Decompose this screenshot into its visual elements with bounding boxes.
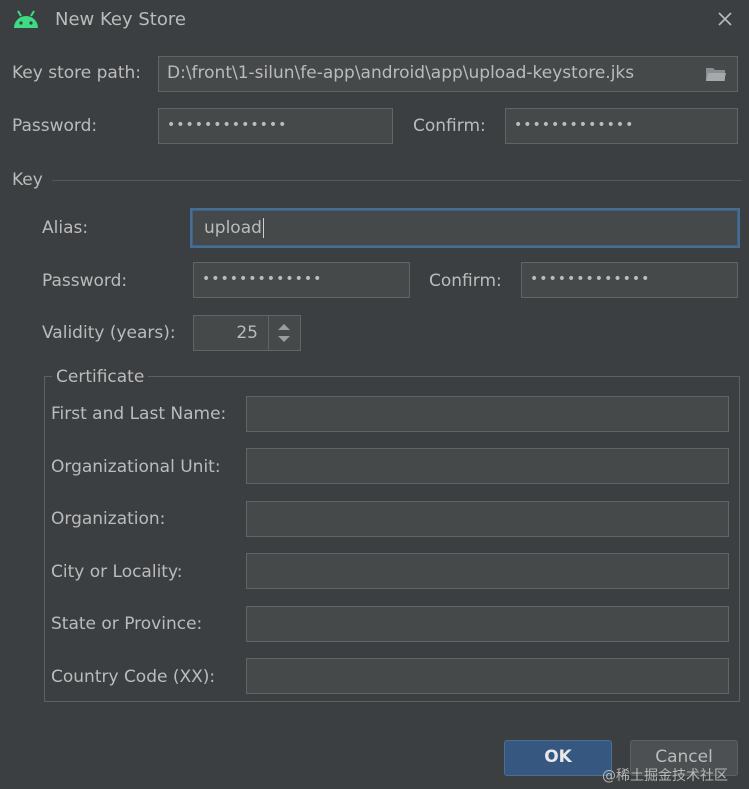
key-section-label: Key	[12, 170, 43, 190]
key-confirm-input[interactable]: •••••••••••••	[521, 262, 738, 298]
validity-spinner[interactable]: 25	[193, 315, 301, 351]
validity-stepper[interactable]	[268, 316, 300, 350]
cert-name-label: First and Last Name:	[51, 404, 227, 424]
cert-org-unit-input[interactable]	[246, 448, 729, 484]
close-icon[interactable]	[712, 6, 738, 32]
key-password-value: •••••••••••••	[202, 271, 323, 287]
keystore-confirm-value: •••••••••••••	[514, 117, 635, 133]
cert-city-label: City or Locality:	[51, 562, 183, 582]
cert-country-input[interactable]	[246, 658, 729, 694]
alias-label: Alias:	[42, 218, 89, 238]
validity-label: Validity (years):	[42, 323, 176, 343]
watermark: @稀土掘金技术社区	[602, 768, 728, 784]
cert-org-unit-label: Organizational Unit:	[51, 457, 221, 477]
keystore-path-value: D:\front\1-silun\fe-app\android\app\uplo…	[167, 63, 635, 83]
spinner-down-icon[interactable]	[277, 335, 291, 343]
cert-state-label: State or Province:	[51, 614, 203, 634]
keystore-password-label: Password:	[12, 116, 98, 136]
keystore-confirm-input[interactable]: •••••••••••••	[505, 108, 738, 144]
cert-organization-input[interactable]	[246, 501, 729, 537]
cert-state-input[interactable]	[246, 606, 729, 642]
alias-input[interactable]: upload	[190, 208, 740, 248]
cert-country-label: Country Code (XX):	[51, 667, 216, 687]
keystore-password-value: •••••••••••••	[167, 117, 288, 133]
validity-value: 25	[236, 323, 258, 343]
cert-name-input[interactable]	[246, 396, 729, 432]
keystore-confirm-label: Confirm:	[413, 116, 486, 136]
alias-value: upload	[204, 218, 262, 238]
ok-button[interactable]: OK	[504, 740, 612, 776]
spinner-up-icon[interactable]	[277, 323, 291, 331]
keystore-password-input[interactable]: •••••••••••••	[158, 108, 393, 144]
certificate-legend: Certificate	[52, 365, 149, 389]
text-caret	[262, 218, 264, 238]
window-title: New Key Store	[55, 9, 186, 30]
cert-organization-label: Organization:	[51, 509, 166, 529]
key-section-separator	[52, 180, 742, 181]
keystore-path-input[interactable]: D:\front\1-silun\fe-app\android\app\uplo…	[158, 56, 738, 92]
key-password-input[interactable]: •••••••••••••	[193, 262, 410, 298]
key-confirm-value: •••••••••••••	[530, 271, 651, 287]
folder-icon[interactable]	[705, 65, 727, 83]
android-icon	[14, 10, 38, 28]
keystore-path-label: Key store path:	[12, 63, 142, 83]
key-confirm-label: Confirm:	[429, 271, 502, 291]
cert-city-input[interactable]	[246, 553, 729, 589]
key-password-label: Password:	[42, 271, 128, 291]
